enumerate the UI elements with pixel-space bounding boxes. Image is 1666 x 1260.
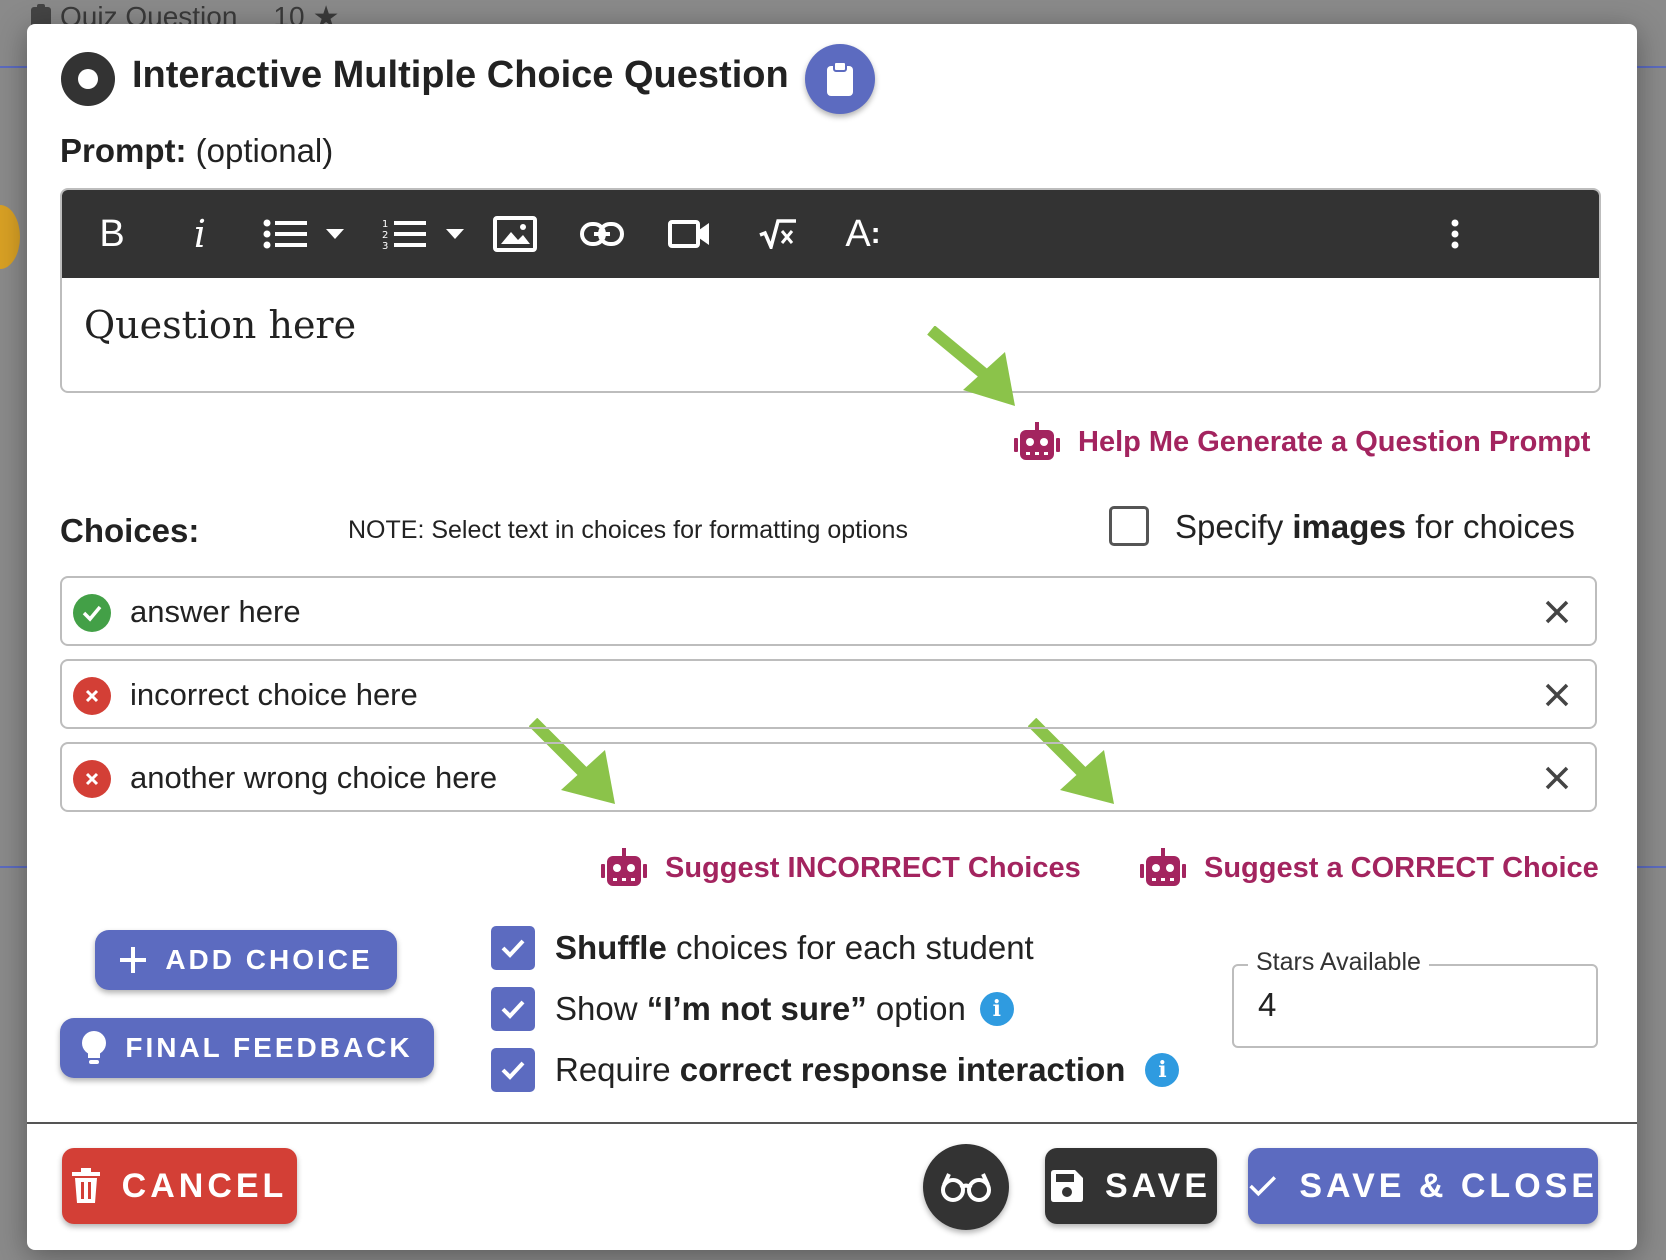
save-and-close-button[interactable]: SAVE & CLOSE xyxy=(1248,1148,1598,1224)
floppy-disk-icon xyxy=(1050,1170,1083,1202)
save-label: SAVE xyxy=(1104,1166,1212,1205)
numbered-list-icon[interactable]: 123 xyxy=(376,190,432,278)
choice-row[interactable]: incorrect choice here xyxy=(60,659,1597,729)
background-avatar xyxy=(0,205,20,269)
editor-toolbar: B i 123 A: xyxy=(62,190,1599,278)
cancel-label: CANCEL xyxy=(121,1166,288,1205)
more-icon[interactable] xyxy=(1435,190,1475,278)
choices-label: Choices: xyxy=(60,512,200,549)
info-icon[interactable]: i xyxy=(1145,1053,1180,1087)
shuffle-checkbox[interactable] xyxy=(491,926,535,970)
close-icon[interactable] xyxy=(1537,758,1577,798)
incorrect-x-icon[interactable] xyxy=(73,677,111,715)
stars-available-value[interactable]: 4 xyxy=(1258,986,1276,1024)
stars-available-field[interactable]: Stars Available 4 xyxy=(1232,948,1598,1048)
cancel-button[interactable]: CANCEL xyxy=(62,1148,297,1224)
robot-icon xyxy=(1140,848,1186,886)
footer-divider xyxy=(27,1122,1637,1124)
check-icon xyxy=(1249,1176,1276,1197)
text-style-icon[interactable]: A: xyxy=(835,190,891,278)
video-icon[interactable] xyxy=(661,190,717,278)
shuffle-option: Shuffle choices for each student xyxy=(491,926,1034,970)
bullet-list-icon[interactable] xyxy=(257,190,313,278)
lightbulb-icon xyxy=(82,1031,107,1064)
generate-prompt-label: Help Me Generate a Question Prompt xyxy=(1078,425,1591,458)
svg-text:3: 3 xyxy=(382,241,388,251)
add-choice-button[interactable]: ADD CHOICE xyxy=(95,930,397,990)
add-choice-label: ADD CHOICE xyxy=(165,944,373,975)
suggest-incorrect-button[interactable]: Suggest INCORRECT Choices xyxy=(601,848,1081,888)
require-interaction-label: Require correct response interaction xyxy=(555,1051,1126,1088)
generate-prompt-button[interactable]: Help Me Generate a Question Prompt xyxy=(1014,422,1590,462)
require-interaction-option: Require correct response interaction i xyxy=(491,1048,1180,1092)
choice-text[interactable]: another wrong choice here xyxy=(130,760,497,796)
close-icon[interactable] xyxy=(1537,675,1577,715)
choices-note: NOTE: Select text in choices for formatt… xyxy=(348,516,908,544)
require-interaction-checkbox[interactable] xyxy=(491,1048,535,1092)
svg-text:1: 1 xyxy=(382,219,388,230)
close-icon[interactable] xyxy=(1537,592,1577,632)
not-sure-checkbox[interactable] xyxy=(491,987,535,1031)
not-sure-label: Show “I’m not sure” option xyxy=(555,990,966,1027)
final-feedback-label: FINAL FEEDBACK xyxy=(125,1032,413,1063)
svg-text:2: 2 xyxy=(382,230,388,241)
suggest-correct-button[interactable]: Suggest a CORRECT Choice xyxy=(1140,848,1599,888)
save-button[interactable]: SAVE xyxy=(1045,1148,1217,1224)
choice-text[interactable]: incorrect choice here xyxy=(130,677,418,713)
dialog-title: Interactive Multiple Choice Question xyxy=(132,54,789,96)
not-sure-option: Show “I’m not sure” option i xyxy=(491,987,1014,1031)
dropdown-icon[interactable] xyxy=(320,190,350,278)
prompt-editor[interactable]: B i 123 A: Question here xyxy=(60,188,1601,393)
shuffle-label: Shuffle choices for each student xyxy=(555,929,1034,966)
final-feedback-button[interactable]: FINAL FEEDBACK xyxy=(60,1018,434,1078)
trash-icon xyxy=(71,1168,100,1203)
incorrect-x-icon[interactable] xyxy=(73,760,111,798)
question-editor-dialog: Interactive Multiple Choice Question Pro… xyxy=(27,24,1637,1250)
image-icon[interactable] xyxy=(487,190,543,278)
link-icon[interactable] xyxy=(574,190,630,278)
italic-icon[interactable]: i xyxy=(170,190,230,278)
save-and-close-label: SAVE & CLOSE xyxy=(1299,1166,1598,1205)
images-checkbox[interactable] xyxy=(1109,506,1149,546)
preview-button[interactable] xyxy=(923,1144,1009,1230)
bold-icon[interactable]: B xyxy=(82,190,142,278)
math-icon[interactable] xyxy=(750,190,806,278)
robot-icon xyxy=(1014,422,1060,460)
images-checkbox-label: Specify images for choices xyxy=(1175,508,1575,545)
choice-row[interactable]: another wrong choice here xyxy=(60,742,1597,812)
clipboard-button[interactable] xyxy=(805,44,875,114)
radio-question-icon xyxy=(61,52,115,106)
plus-icon xyxy=(120,947,147,973)
stars-available-label: Stars Available xyxy=(1248,948,1429,977)
suggest-correct-label: Suggest a CORRECT Choice xyxy=(1204,851,1599,884)
clipboard-icon xyxy=(827,61,853,96)
choice-text[interactable]: answer here xyxy=(130,594,301,630)
dropdown-icon[interactable] xyxy=(440,190,470,278)
choice-row[interactable]: answer here xyxy=(60,576,1597,646)
suggest-incorrect-label: Suggest INCORRECT Choices xyxy=(665,851,1081,884)
prompt-label: Prompt: (optional) xyxy=(60,132,334,169)
glasses-icon xyxy=(941,1173,991,1202)
arrow-annotation-icon xyxy=(927,326,1015,406)
robot-icon xyxy=(601,848,647,886)
correct-check-icon[interactable] xyxy=(73,594,111,632)
info-icon[interactable]: i xyxy=(979,992,1014,1026)
prompt-editor-text[interactable]: Question here xyxy=(84,303,356,347)
